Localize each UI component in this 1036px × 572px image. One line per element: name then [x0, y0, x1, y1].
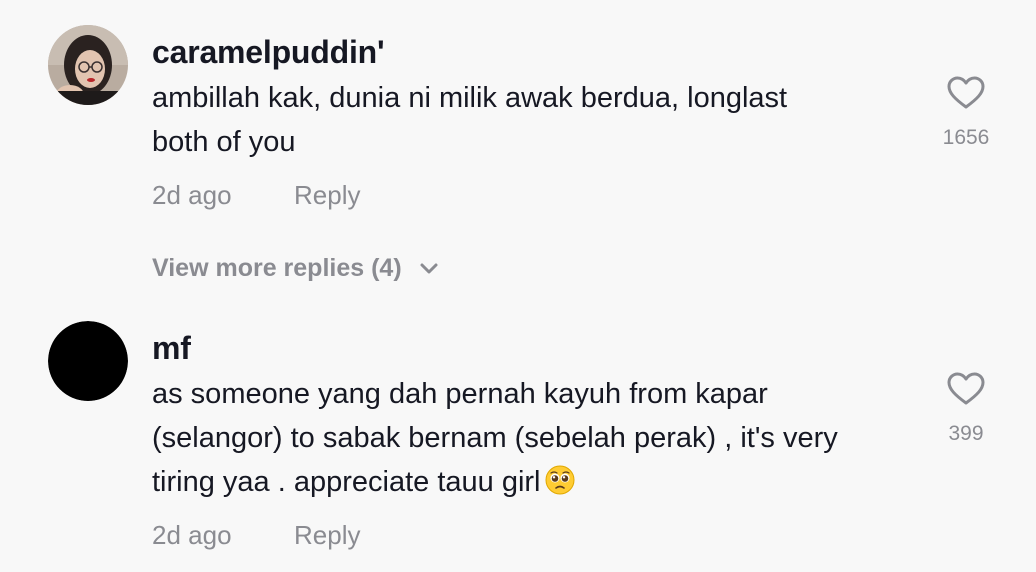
timestamp: 2d ago	[152, 180, 232, 210]
comment-meta: 2d ago Reply	[152, 180, 360, 211]
comment-item: caramelpuddin' ambillah kak, dunia ni mi…	[0, 0, 1036, 240]
reply-button[interactable]: Reply	[294, 180, 360, 211]
comment-item: mf as someone yang dah pernah kayuh from…	[0, 300, 1036, 572]
like-button[interactable]: 399	[930, 372, 1002, 446]
avatar[interactable]	[48, 321, 128, 401]
reply-button[interactable]: Reply	[294, 520, 360, 551]
heart-outline-icon	[947, 76, 985, 109]
chevron-down-icon	[420, 263, 438, 274]
like-count: 1656	[942, 126, 990, 149]
like-button[interactable]: 1656	[930, 76, 1002, 150]
view-more-replies-button[interactable]: View more replies (4)	[152, 254, 439, 283]
avatar[interactable]	[48, 25, 128, 105]
pleading-face-emoji	[545, 464, 575, 495]
view-more-replies-label: View more replies (4)	[152, 254, 402, 282]
timestamp: 2d ago	[152, 520, 232, 550]
heart-outline-icon	[947, 372, 985, 405]
comment-text-content: as someone yang dah pernah kayuh from ka…	[152, 378, 838, 498]
username[interactable]: mf	[152, 330, 191, 367]
comment-meta: 2d ago Reply	[152, 520, 360, 551]
comment-text: ambillah kak, dunia ni milik awak berdua…	[152, 82, 788, 158]
username[interactable]: caramelpuddin'	[152, 34, 385, 71]
comment-text: as someone yang dah pernah kayuh from ka…	[152, 372, 912, 504]
like-count: 399	[948, 422, 984, 445]
